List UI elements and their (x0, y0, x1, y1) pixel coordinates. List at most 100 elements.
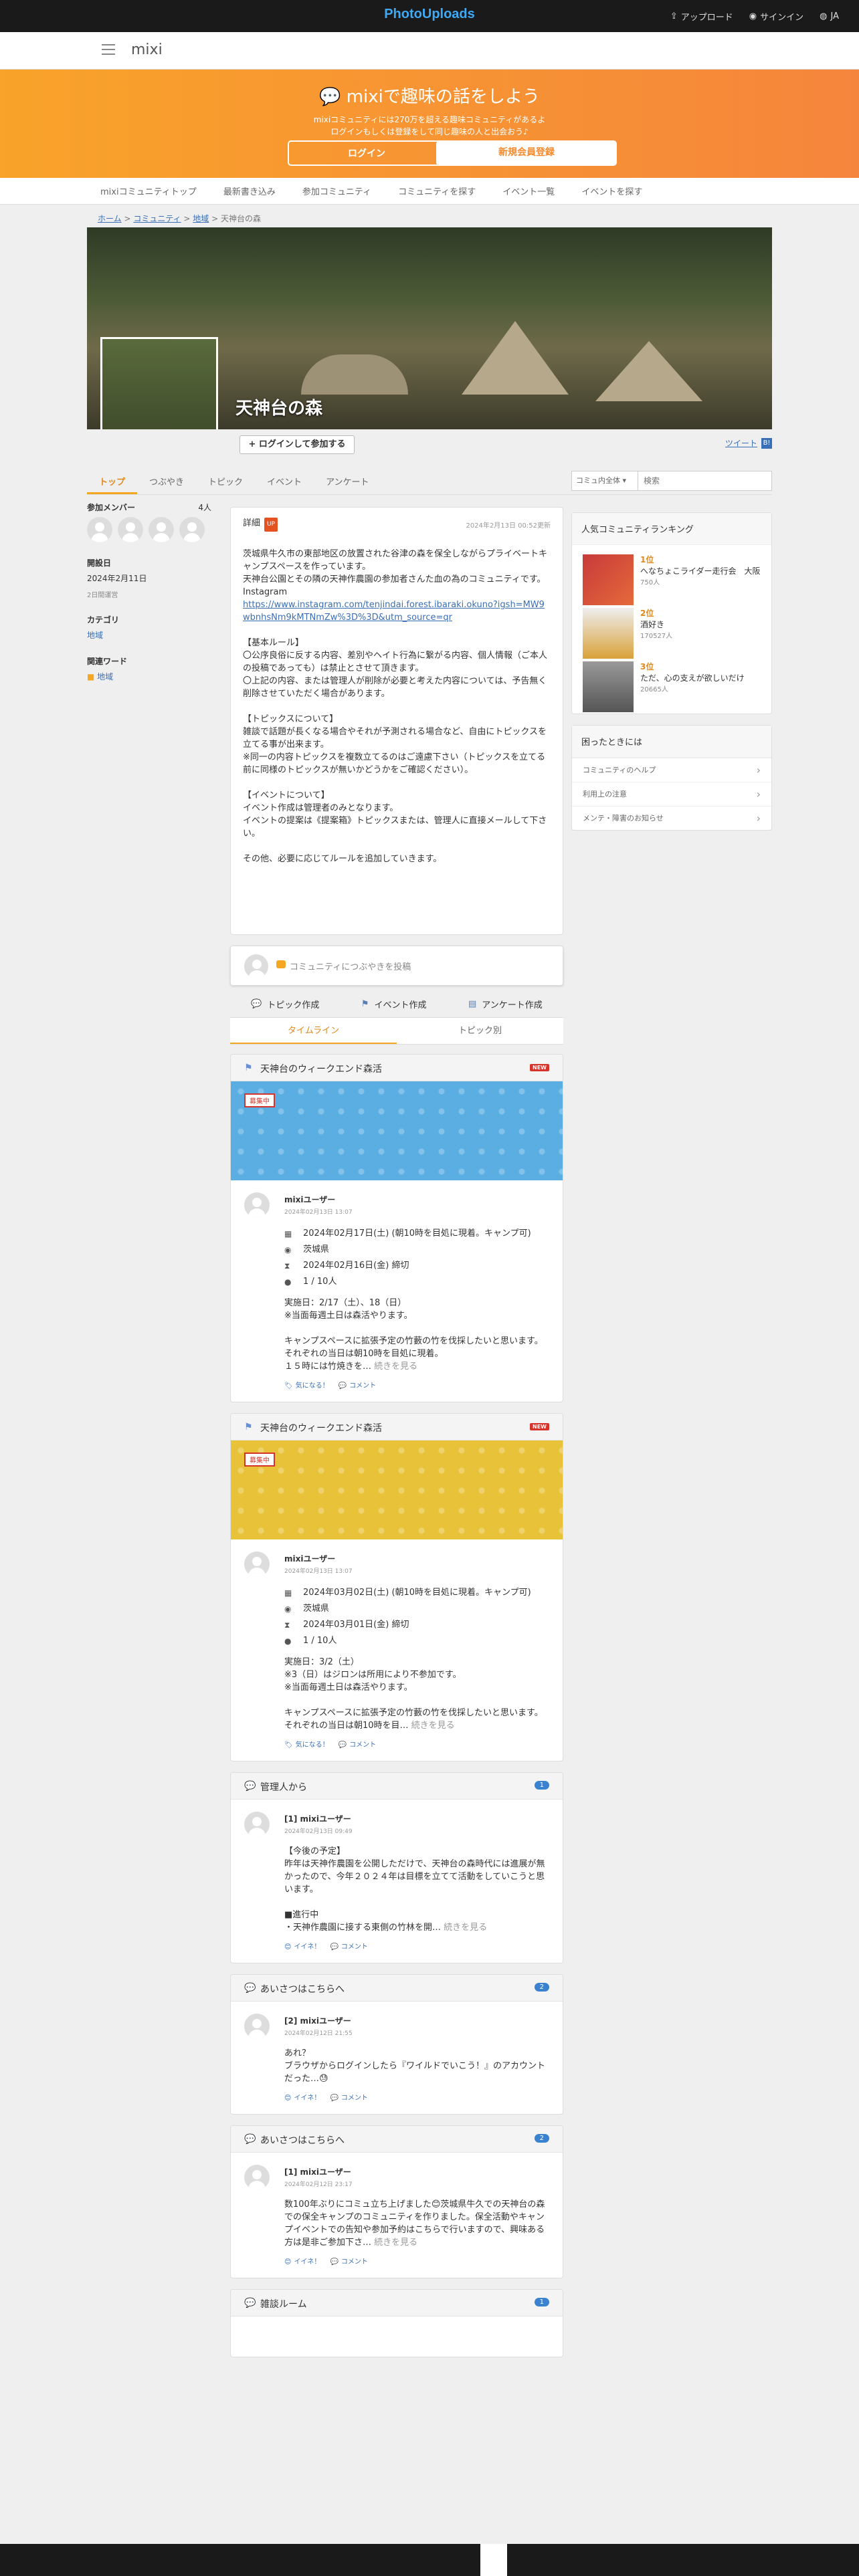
subnav-find-event[interactable]: イベントを探す (581, 185, 642, 197)
category-link[interactable]: 地域 (87, 631, 103, 640)
comment-button[interactable]: 💬 コメント (339, 1739, 376, 1751)
maintenance-link[interactable]: メンテ・障害のお知らせ (572, 806, 771, 831)
interested-button[interactable]: 🏷 気になる！ (284, 1380, 329, 1392)
search-input[interactable] (638, 471, 772, 491)
community-search: コミュ内全体 ▾ (571, 471, 772, 491)
comment-button[interactable]: 💬 コメント (339, 1380, 376, 1392)
share-icon: B! (761, 437, 772, 449)
keyword-block: 関連ワード ■ 地域 (87, 657, 128, 681)
sub-navigation: mixiコミュニティトップ 最新書き込み 参加コミュニティ コミュニティを探す … (0, 178, 859, 205)
mixi-brand[interactable]: mixi (131, 41, 163, 58)
signin-link[interactable]: ◉ サインイン (749, 10, 803, 23)
topic-card[interactable]: 💬 管理人から 1 [1] mixiユーザー 2024年02月13日 09:49 【… (230, 1772, 563, 1963)
ranking-item[interactable]: 2位 酒好き 170527人 (572, 599, 771, 659)
breadcrumb-community[interactable]: コミュニティ (133, 214, 181, 223)
ranking-item[interactable]: 1位 へなちょこライダー走行会 大阪 750人 (572, 545, 771, 605)
tab-tweets[interactable]: つぶやき (137, 468, 196, 494)
breadcrumb-area[interactable]: 地域 (193, 214, 209, 223)
comment-button[interactable]: 💬 コメント (330, 2256, 367, 2268)
read-more-link[interactable]: 続きを見る (371, 1362, 417, 1372)
avatar[interactable] (87, 517, 112, 542)
event-card[interactable]: ⚑ 天神台のウィークエンド森活 NEW 募集中 mixiユーザー 2024年02月1… (230, 1054, 563, 1402)
interested-button[interactable]: 🏷 気になる！ (284, 1739, 329, 1751)
create-survey-button[interactable]: ▤ アンケート作成 (468, 998, 543, 1010)
topic-card[interactable]: 💬 あいさつはこちらへ 2 [1] mixiユーザー 2024年02月12日 23:… (230, 2125, 563, 2278)
topic-card[interactable]: 💬 雑談ルーム 1 (230, 2289, 563, 2357)
tab-top[interactable]: トップ (87, 468, 138, 494)
community-thumbnail (583, 661, 634, 712)
breadcrumb-home[interactable]: ホーム (98, 214, 122, 223)
subnav-latest-posts[interactable]: 最新書き込み (223, 185, 276, 197)
subnav-event-list[interactable]: イベント一覧 (502, 185, 555, 197)
flag-icon: ⚑ (361, 999, 369, 1009)
read-more-link[interactable]: 続きを見る (441, 1923, 487, 1933)
community-thumbnail (100, 337, 218, 429)
register-button[interactable]: 新規会員登録 (436, 140, 617, 166)
tab-events[interactable]: イベント (255, 468, 314, 494)
bottom-widget[interactable] (480, 2544, 507, 2576)
upload-link[interactable]: ⇪ アップロード (670, 10, 733, 23)
keyword-link[interactable]: ■ 地域 (87, 672, 113, 681)
language-switch[interactable]: ◍ JA (820, 10, 839, 23)
tab-by-topic[interactable]: トピック別 (397, 1018, 563, 1044)
avatar (244, 1192, 270, 1218)
user-icon: ◉ (749, 11, 757, 21)
create-actions: 💬 トピック作成 ⚑ イベント作成 ▤ アンケート作成 (230, 991, 563, 1018)
event-image: 募集中 (231, 1440, 563, 1539)
event-card[interactable]: ⚑ 天神台のウィークエンド森活 NEW 募集中 mixiユーザー 2024年02月1… (230, 1413, 563, 1761)
read-more-link[interactable]: 続きを見る (409, 1721, 455, 1731)
breadcrumb: ホーム > コミュニティ > 地域 > 天神台の森 (98, 214, 262, 223)
mixi-header: mixi (0, 32, 859, 70)
hamburger-menu-icon[interactable] (102, 44, 115, 55)
comment-button[interactable]: 💬 コメント (330, 2092, 367, 2105)
bottom-bar (0, 2544, 859, 2576)
event-image: 募集中 (231, 1081, 563, 1180)
like-button[interactable]: 😊 イイネ！ (284, 2092, 320, 2105)
hourglass-icon: ⧗ (284, 1620, 290, 1630)
like-button[interactable]: 😊 イイネ！ (284, 1941, 320, 1953)
login-button[interactable]: ログイン (288, 140, 446, 166)
smile-icon: 😊 (284, 1943, 292, 1951)
read-more-link[interactable]: 続きを見る (371, 2238, 417, 2248)
join-button[interactable]: + ログインして参加する (240, 435, 355, 454)
detail-body: 茨城県牛久市の東部地区の放置された谷津の森を保全しながらプライベートキャンプスペ… (243, 549, 548, 864)
help-link[interactable]: コミュニティのヘルプ (572, 758, 771, 782)
subnav-find-community[interactable]: コミュニティを探す (398, 185, 476, 197)
tab-topics[interactable]: トピック (196, 468, 255, 494)
topic-card[interactable]: 💬 あいさつはこちらへ 2 [2] mixiユーザー 2024年02月12日 21:… (230, 1974, 563, 2115)
search-scope-select[interactable]: コミュ内全体 ▾ (571, 471, 638, 491)
tag-icon: 🏷 (284, 1382, 293, 1390)
right-sidebar: 人気コミュニティランキング 1位 へなちょこライダー走行会 大阪 750人 2位 酒好… (571, 512, 772, 841)
comment-icon: 💬 (338, 1741, 347, 1749)
tab-surveys[interactable]: アンケート (314, 468, 381, 494)
avatar[interactable] (149, 517, 174, 542)
up-badge: UP (264, 518, 278, 532)
subnav-community-top[interactable]: mixiコミュニティトップ (100, 185, 197, 197)
subnav-joined[interactable]: 参加コミュニティ (302, 185, 371, 197)
instagram-link[interactable]: https://www.instagram.com/tenjindai.fore… (243, 600, 545, 623)
create-event-button[interactable]: ⚑ イベント作成 (361, 998, 427, 1010)
opened-block: 開設日 2024年2月11日 2日間運営 (87, 558, 147, 599)
chat-bubble-icon: 💬 (319, 87, 341, 107)
status-badge: 募集中 (244, 1453, 275, 1467)
tweet-link[interactable]: ツイート B! (725, 437, 772, 449)
like-button[interactable]: 😊 イイネ！ (284, 2256, 320, 2268)
smile-icon: 😊 (284, 2095, 292, 2102)
avatar[interactable] (179, 517, 205, 542)
flag-icon: ⚑ (244, 1422, 253, 1432)
chat-icon: 💬 (244, 1781, 256, 1792)
ranking-item[interactable]: 3位 ただ、心の支えが欲しいだけ 20665人 (572, 652, 771, 714)
tent-shape (301, 354, 408, 395)
tab-timeline[interactable]: タイムライン (230, 1018, 397, 1044)
top-bar: PhotoUploads ⇪ アップロード ◉ サインイン ◍ JA (0, 0, 859, 32)
community-detail: 詳細 UP 2024年2月13日 00:52更新 茨城県牛久市の東部地区の放置され… (230, 507, 563, 935)
comment-button[interactable]: 💬 コメント (330, 1941, 367, 1953)
community-cover-image: 天神台の森 (87, 227, 772, 429)
avatar[interactable] (118, 517, 143, 542)
terms-link[interactable]: 利用上の注意 (572, 782, 771, 807)
avatar (244, 954, 268, 978)
chat-icon: 💬 (244, 1983, 256, 1994)
upload-icon: ⇪ (670, 11, 678, 21)
create-topic-button[interactable]: 💬 トピック作成 (251, 998, 319, 1010)
post-box[interactable]: コミュニティにつぶやきを投稿 (230, 946, 563, 986)
